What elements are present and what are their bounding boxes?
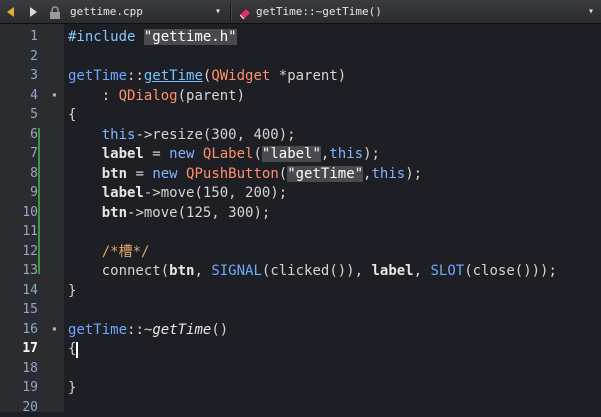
line-number: 8 bbox=[0, 164, 38, 184]
current-symbol-name[interactable]: getTime::~getTime() bbox=[256, 4, 382, 20]
line-number: 19 bbox=[0, 378, 38, 398]
toolbar-separator bbox=[230, 3, 231, 21]
code-line: /*槽*/ bbox=[68, 243, 149, 263]
include-path: "gettime.h" bbox=[144, 29, 237, 45]
line-number: 14 bbox=[0, 281, 38, 301]
code-line: this->resize(300, 400); bbox=[68, 126, 296, 146]
current-line-number: 17 bbox=[0, 339, 38, 359]
text-caret bbox=[76, 342, 78, 358]
line-number: 4 bbox=[0, 86, 38, 106]
symbol-dropdown-icon[interactable]: ▾ bbox=[588, 5, 594, 19]
code-line: getTime::~getTime() bbox=[68, 321, 228, 341]
code-line: } bbox=[68, 282, 76, 302]
code-line: connect(btn, SIGNAL(clicked()), label, S… bbox=[68, 262, 557, 282]
code-line: label = new QLabel("label",this); bbox=[68, 145, 380, 165]
code-line: getTime::getTime(QWidget *parent) bbox=[68, 67, 346, 87]
line-number: 9 bbox=[0, 183, 38, 203]
line-number: 13 bbox=[0, 261, 38, 281]
line-number: 10 bbox=[0, 203, 38, 223]
line-number: 5 bbox=[0, 105, 38, 125]
code-line: } bbox=[68, 379, 76, 399]
file-lock-icon bbox=[48, 5, 62, 19]
line-number: 20 bbox=[0, 398, 38, 417]
modified-lines-indicator bbox=[38, 128, 40, 274]
line-number: 16 bbox=[0, 320, 38, 340]
line-number: 1 bbox=[0, 27, 38, 47]
fold-marker-icon[interactable]: ▪ bbox=[52, 326, 58, 332]
line-number: 6 bbox=[0, 125, 38, 145]
code-line: btn->move(125, 300); bbox=[68, 204, 270, 224]
line-number: 2 bbox=[0, 47, 38, 67]
line-number: 12 bbox=[0, 242, 38, 262]
code-editor[interactable]: #include "gettime.h" getTime::getTime(QW… bbox=[64, 24, 601, 412]
line-number: 11 bbox=[0, 222, 38, 242]
code-comment: /*槽*/ bbox=[102, 244, 150, 260]
code-line: label->move(150, 200); bbox=[68, 184, 287, 204]
code-line: btn = new QPushButton("getTime",this); bbox=[68, 165, 422, 185]
line-number-gutter: 1 2 3 4 ▪ 5 6 7 8 9 10 11 12 13 14 15 16… bbox=[0, 24, 64, 412]
line-number: 3 bbox=[0, 66, 38, 86]
code-line: #include "gettime.h" bbox=[68, 28, 237, 48]
line-number: 7 bbox=[0, 144, 38, 164]
forward-arrow-icon[interactable] bbox=[26, 4, 40, 20]
back-arrow-icon[interactable] bbox=[4, 4, 18, 20]
line-number: 18 bbox=[0, 359, 38, 379]
code-line: : QDialog(parent) bbox=[68, 87, 245, 107]
file-dropdown-icon[interactable]: ▾ bbox=[215, 5, 221, 19]
code-line: { bbox=[68, 106, 76, 126]
open-file-name[interactable]: gettime.cpp bbox=[70, 4, 143, 20]
editor-toolbar: gettime.cpp ▾ getTime::~getTime() ▾ bbox=[0, 0, 601, 24]
fold-marker-icon[interactable]: ▪ bbox=[52, 92, 58, 98]
line-number: 15 bbox=[0, 300, 38, 320]
symbol-icon bbox=[238, 5, 252, 19]
